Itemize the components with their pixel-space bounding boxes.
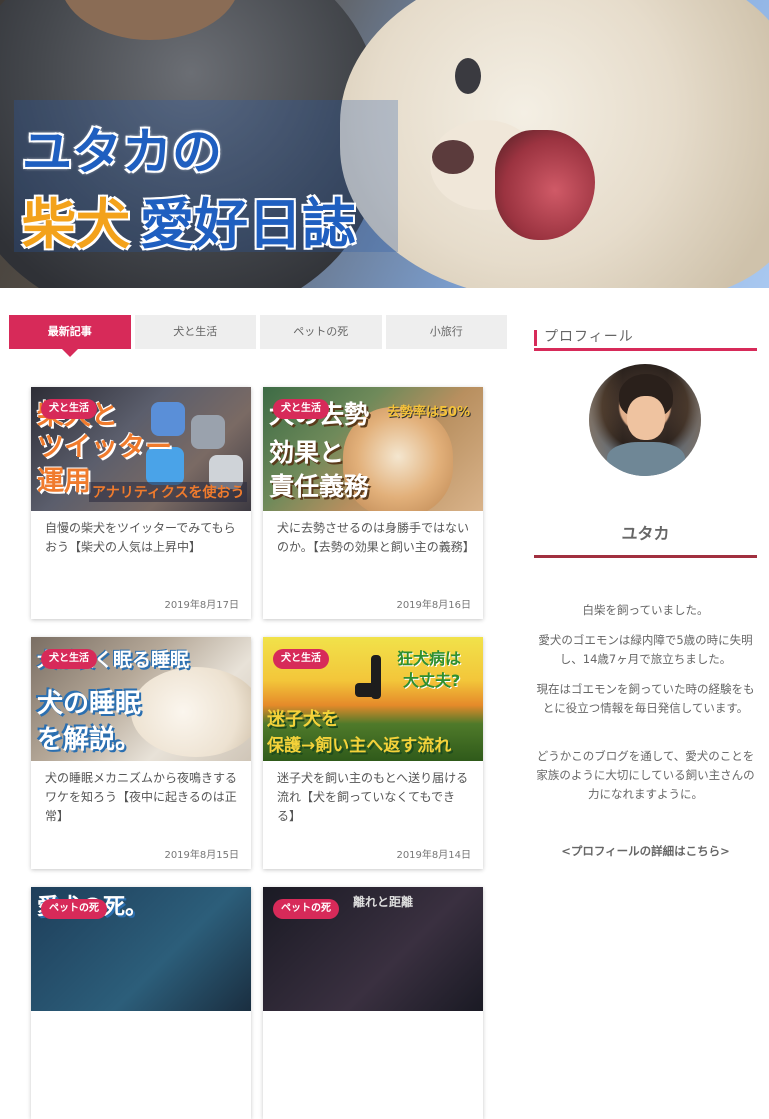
category-badge[interactable]: 犬と生活 <box>273 649 329 669</box>
thumb-text: 効果と <box>269 438 345 467</box>
tab-pet-death[interactable]: ペットの死 <box>260 315 382 349</box>
thumb-text: 迷子犬を <box>267 709 339 730</box>
thumb-text: 運用 <box>37 466 91 497</box>
article-date: 2019年8月16日 <box>396 600 471 611</box>
dog-silhouette <box>355 683 375 697</box>
tab-latest[interactable]: 最新記事 <box>9 315 131 357</box>
thumb-text: 大丈夫? <box>403 671 461 690</box>
profile-heading-label: プロフィール <box>544 329 634 345</box>
article-card[interactable]: 犬の去勢 去勢率は50% 効果と 責任義務 犬と生活 犬に去勢させるのは身勝手で… <box>263 387 483 619</box>
category-badge[interactable]: 犬と生活 <box>273 399 329 419</box>
article-title[interactable]: 迷子犬を飼い主のもとへ送り届ける流れ【犬を飼っていなくてもできる】 <box>277 769 471 826</box>
heading-accent <box>534 330 537 346</box>
article-date: 2019年8月15日 <box>164 850 239 861</box>
category-badge[interactable]: 犬と生活 <box>41 399 97 419</box>
article-title[interactable]: 自慢の柴犬をツイッターでみてもらおう【柴犬の人気は上昇中】 <box>45 519 239 557</box>
article-date: 2019年8月14日 <box>396 850 471 861</box>
article-card[interactable]: 犬が長く眠る睡眠 犬の睡眠 を解説。 犬と生活 犬の睡眠メカニズムから夜鳴きする… <box>31 637 251 869</box>
article-title[interactable]: 犬の睡眠メカニズムから夜鳴きするワケを知ろう【夜中に起きるのは正常】 <box>45 769 239 826</box>
site-title-line2-shiba: 柴犬 <box>22 193 130 256</box>
avatar <box>589 364 701 476</box>
thumb-text: 去勢率は50% <box>387 405 471 420</box>
dog-eye <box>455 58 481 94</box>
article-card[interactable]: 愛犬の死。 ペットの死 <box>31 887 251 1119</box>
avatar-face <box>627 396 665 440</box>
article-card[interactable]: 柴犬と ツイッター 運用 アナリティクスを使おう 犬と生活 自慢の柴犬をツイッタ… <box>31 387 251 619</box>
tab-dog-life[interactable]: 犬と生活 <box>134 315 256 349</box>
category-badge[interactable]: ペットの死 <box>273 899 339 919</box>
tab-short-trip[interactable]: 小旅行 <box>385 315 507 349</box>
site-title-line2-diary: 愛好日誌 <box>140 193 356 256</box>
article-card[interactable]: 狂犬病は 大丈夫? 迷子犬を 保護→飼い主へ返す流れ 犬と生活 迷子犬を飼い主の… <box>263 637 483 869</box>
dog-nose <box>432 140 474 174</box>
article-title[interactable]: 犬に去勢させるのは身勝手ではないのか。【去勢の効果と飼い主の義務】 <box>277 519 475 557</box>
thumb-text: を解説。 <box>37 725 142 755</box>
thumb-text: アナリティクスを使おう <box>89 482 248 502</box>
category-badge[interactable]: ペットの死 <box>41 899 107 919</box>
article-card[interactable]: 離れと距離 ペットの死 <box>263 887 483 1119</box>
category-badge[interactable]: 犬と生活 <box>41 649 97 669</box>
thumb-text: 狂犬病は <box>397 649 462 668</box>
profile-heading: プロフィール <box>534 326 757 351</box>
avatar-scarf <box>607 442 685 476</box>
sleeping-fox-image <box>131 667 251 757</box>
article-date: 2019年8月17日 <box>164 600 239 611</box>
app-icon <box>191 415 225 449</box>
profile-text: 愛犬のゴエモンは緑内障で5歳の時に失明し、14歳7ヶ月で旅立ちました。 <box>538 633 753 666</box>
thumb-text: 保護→飼い主へ返す流れ <box>267 736 452 756</box>
header-banner[interactable]: ユタカの 柴犬 愛好日誌 <box>0 0 769 288</box>
category-tabs: 最新記事 犬と生活 ペットの死 小旅行 <box>9 315 507 357</box>
profile-detail-link[interactable]: <プロフィールの詳細はこちら> <box>534 843 757 859</box>
profile-text: どうかこのブログを通して、愛犬のことを家族のように大切にしている飼い主さんの力に… <box>536 749 755 801</box>
thumb-text: 責任義務 <box>269 472 370 501</box>
thumb-text: 犬の睡眠 <box>37 689 142 719</box>
profile-text: 白柴を飼っていました。 <box>582 603 709 617</box>
profile-name: ユタカ <box>621 524 670 543</box>
site-title-line1: ユタカの <box>22 123 222 181</box>
thumb-text: 離れと距離 <box>353 895 414 909</box>
profile-divider <box>534 555 757 558</box>
profile-text: 現在はゴエモンを飼っていた時の経験をもとに役立つ情報を毎日発信しています。 <box>536 682 755 715</box>
